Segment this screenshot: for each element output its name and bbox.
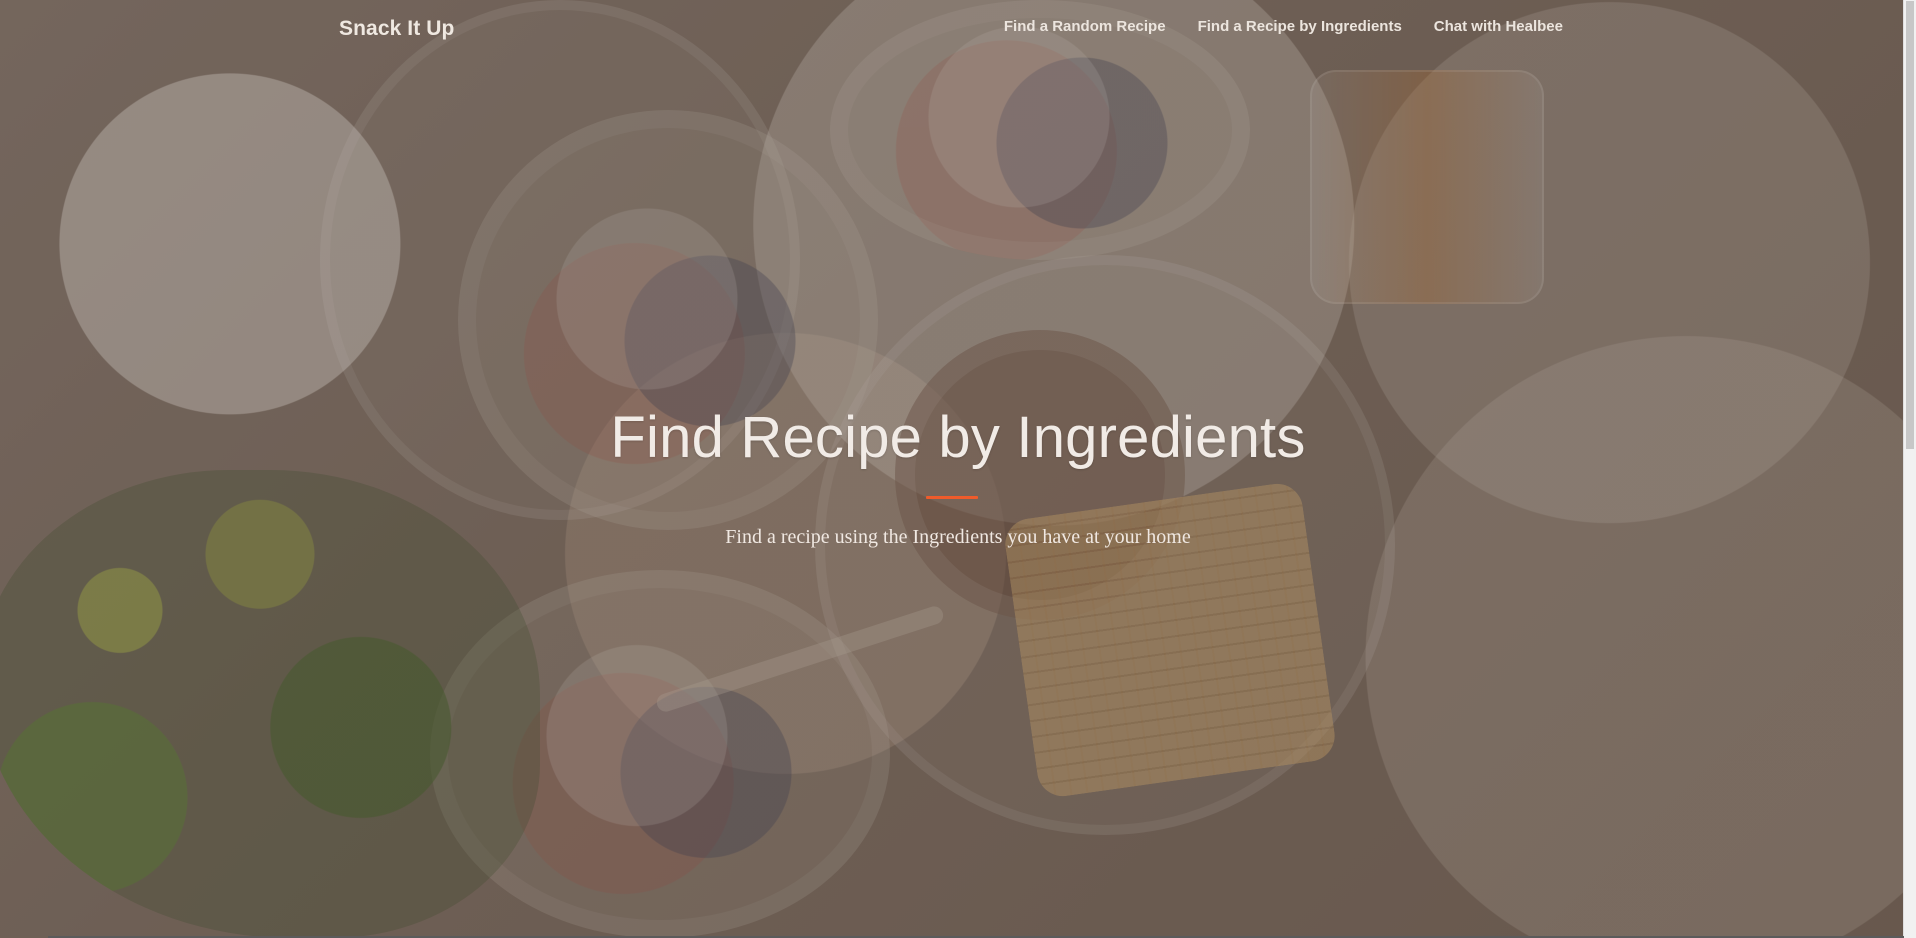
title-divider	[926, 496, 978, 499]
hero-section: Find Recipe by Ingredients Find a recipe…	[0, 0, 1916, 938]
top-navigation: Snack It Up Find a Random Recipe Find a …	[0, 0, 1916, 62]
page-root: Snack It Up Find a Random Recipe Find a …	[0, 0, 1916, 938]
hero-subtitle: Find a recipe using the Ingredients you …	[725, 526, 1191, 548]
nav-item-random-recipe[interactable]: Find a Random Recipe	[1004, 18, 1166, 35]
scrollbar-thumb[interactable]	[1906, 1, 1914, 449]
nav-item-recipe-by-ingredients[interactable]: Find a Recipe by Ingredients	[1198, 18, 1402, 35]
nav-item-chat-healbee[interactable]: Chat with Healbee	[1434, 18, 1563, 35]
hero-title: Find Recipe by Ingredients	[610, 405, 1306, 470]
brand-logo-link[interactable]: Snack It Up	[339, 17, 454, 41]
vertical-scrollbar[interactable]	[1903, 0, 1916, 938]
nav-links: Find a Random Recipe Find a Recipe by In…	[1004, 18, 1563, 35]
